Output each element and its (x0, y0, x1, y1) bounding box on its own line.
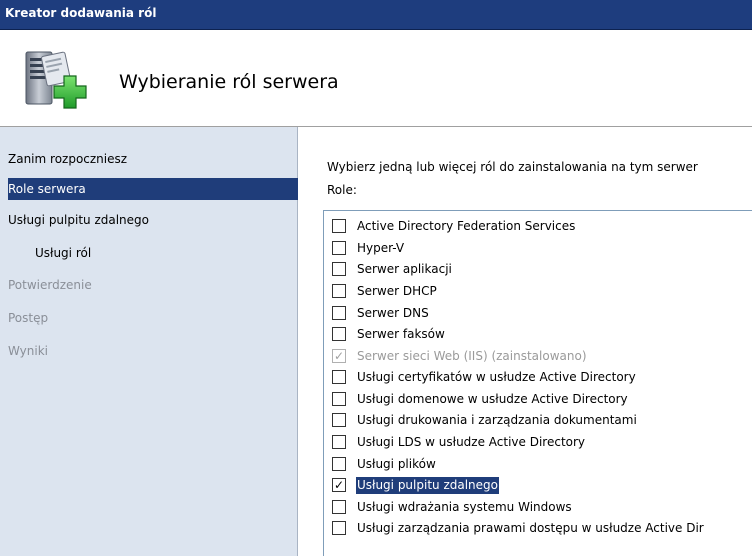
sidebar-item-postep: Postęp (8, 311, 49, 325)
window-title: Kreator dodawania ról (5, 6, 157, 20)
role-item[interactable]: Usługi domenowe w usłudze Active Directo… (324, 389, 752, 410)
role-label: Usługi pulpitu zdalnego (356, 477, 499, 494)
title-bar[interactable]: Kreator dodawania ról (0, 0, 752, 30)
page-title: Wybieranie ról serwera (119, 71, 339, 93)
role-checkbox-checked-disabled: ✓ (332, 349, 346, 363)
role-checkbox[interactable] (332, 284, 346, 298)
role-label: Serwer DNS (357, 306, 429, 320)
roles-label: Role: (327, 183, 357, 197)
role-checkbox[interactable] (332, 241, 346, 255)
role-checkbox[interactable] (332, 392, 346, 406)
role-checkbox[interactable] (332, 457, 346, 471)
wizard-header: Wybieranie ról serwera (0, 30, 752, 127)
role-checkbox[interactable] (332, 413, 346, 427)
role-item[interactable]: Usługi plików (324, 454, 752, 475)
role-checkbox-checked[interactable]: ✓ (332, 478, 346, 492)
sidebar-item-potwierdzenie: Potwierdzenie (8, 278, 92, 292)
role-label: Usługi LDS w usłudze Active Directory (357, 435, 586, 449)
role-checkbox[interactable] (332, 219, 346, 233)
role-label: Usługi wdrażania systemu Windows (357, 500, 572, 514)
role-label: Usługi domenowe w usłudze Active Directo… (357, 392, 628, 406)
role-checkbox[interactable] (332, 370, 346, 384)
sidebar-item-wyniki: Wyniki (8, 344, 48, 358)
role-item[interactable]: Usługi zarządzania prawami dostępu w usł… (324, 518, 752, 539)
role-label: Active Directory Federation Services (357, 219, 576, 233)
role-item[interactable]: Usługi certyfikatów w usłudze Active Dir… (324, 367, 752, 388)
role-label: Usługi certyfikatów w usłudze Active Dir… (357, 370, 636, 384)
role-item[interactable]: Active Directory Federation Services (324, 216, 752, 237)
role-label: Serwer DHCP (357, 284, 437, 298)
roles-list[interactable]: Active Directory Federation Services Hyp… (323, 210, 752, 556)
sidebar-item-uslugi-pulpitu-zdalnego[interactable]: Usługi pulpitu zdalnego (8, 209, 298, 231)
role-checkbox[interactable] (332, 500, 346, 514)
role-item[interactable]: Usługi wdrażania systemu Windows (324, 497, 752, 518)
role-item[interactable]: Hyper-V (324, 238, 752, 259)
instruction-text: Wybierz jedną lub więcej ról do zainstal… (327, 160, 698, 174)
role-checkbox[interactable] (332, 521, 346, 535)
role-label: Serwer sieci Web (IIS) (zainstalowano) (357, 349, 587, 363)
role-item: ✓ Serwer sieci Web (IIS) (zainstalowano) (324, 346, 752, 367)
role-checkbox[interactable] (332, 435, 346, 449)
role-item[interactable]: Serwer DHCP (324, 281, 752, 302)
role-item[interactable]: Serwer faksów (324, 324, 752, 345)
role-checkbox[interactable] (332, 306, 346, 320)
role-label: Hyper-V (357, 241, 405, 255)
role-label: Usługi plików (357, 457, 436, 471)
role-item[interactable]: Serwer aplikacji (324, 259, 752, 280)
role-label: Usługi zarządzania prawami dostępu w usł… (357, 521, 704, 535)
role-item-selected[interactable]: ✓ Usługi pulpitu zdalnego (324, 475, 752, 496)
sidebar-item-zanim-rozpoczniesz[interactable]: Zanim rozpoczniesz (8, 148, 298, 170)
role-item[interactable]: Serwer DNS (324, 303, 752, 324)
sidebar-item-role-serwera[interactable]: Role serwera (8, 178, 298, 200)
sidebar-item-uslugi-rol[interactable]: Usługi ról (8, 242, 298, 264)
wizard-sidebar: Zanim rozpoczniesz Role serwera Usługi p… (0, 127, 298, 556)
server-add-icon (25, 51, 87, 109)
role-label: Serwer aplikacji (357, 262, 452, 276)
role-item[interactable]: Usługi drukowania i zarządzania dokument… (324, 410, 752, 431)
role-checkbox[interactable] (332, 262, 346, 276)
role-label: Usługi drukowania i zarządzania dokument… (357, 413, 637, 427)
role-checkbox[interactable] (332, 327, 346, 341)
main-content: Wybierz jedną lub więcej ról do zainstal… (299, 127, 752, 556)
role-item[interactable]: Usługi LDS w usłudze Active Directory (324, 432, 752, 453)
role-label: Serwer faksów (357, 327, 445, 341)
